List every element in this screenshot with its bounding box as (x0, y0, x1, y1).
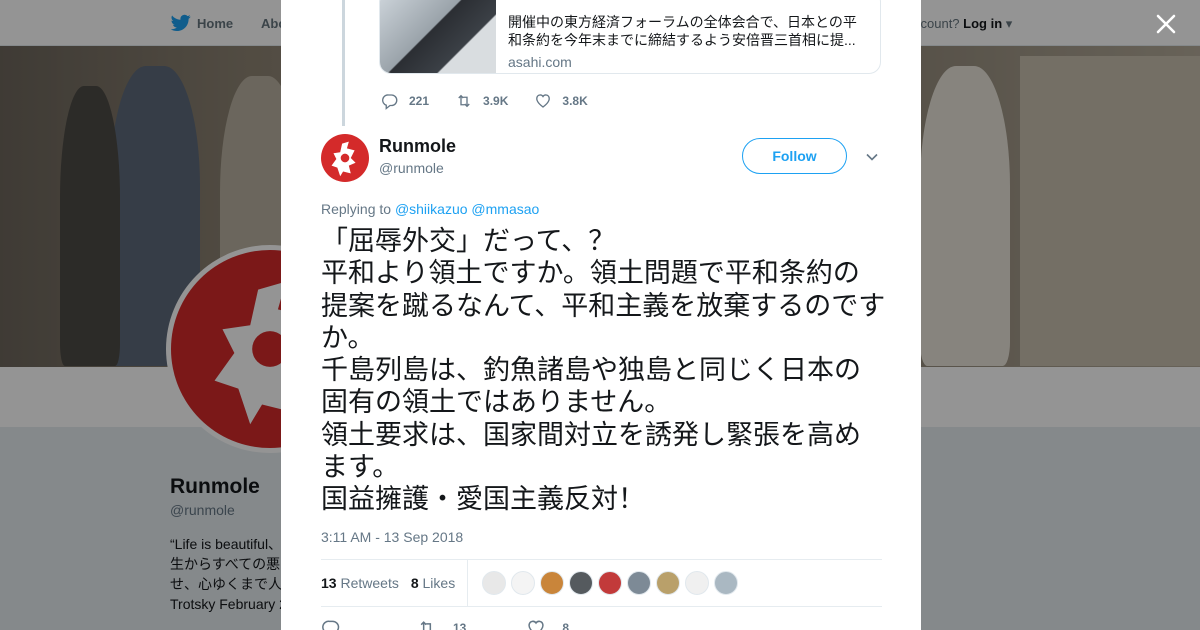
liker-avatars (482, 571, 739, 595)
liker-avatar[interactable] (714, 571, 739, 595)
liker-avatar[interactable] (656, 571, 681, 595)
liker-avatar[interactable] (540, 571, 565, 595)
reply-button[interactable] (321, 618, 357, 630)
likes-stat-count: 8 (410, 575, 419, 591)
follow-button[interactable]: Follow (742, 138, 847, 174)
tweet-timestamp[interactable]: 3:11 AM - 13 Sep 2018 (321, 529, 463, 545)
like-count: 8 (562, 621, 570, 630)
likes-stat-label: Likes (422, 575, 456, 591)
liker-avatar[interactable] (569, 571, 594, 595)
tweet-stats: 13 Retweets 8 Likes (321, 559, 882, 607)
liker-avatar[interactable] (598, 571, 623, 595)
retweets-stat[interactable]: 13 Retweets (321, 575, 399, 591)
liker-avatar[interactable] (511, 571, 536, 595)
link-preview-text: 開催中の東方経済フォーラムの全体会合で、日本との平和条約を今年末までに締結するよ… (508, 14, 857, 48)
author-avatar[interactable] (321, 134, 369, 182)
link-preview-domain: asahi.com (508, 54, 572, 70)
replying-to: Replying to @shiikazuo @mmasao (321, 201, 539, 217)
retweet-button[interactable]: 3.9K (455, 92, 508, 110)
heart-icon (536, 94, 551, 108)
retweets-stat-count: 13 (321, 575, 337, 591)
retweet-button[interactable]: 13 (417, 618, 466, 630)
replying-to-label: Replying to (321, 201, 392, 217)
likes-stat[interactable]: 8 Likes (411, 575, 455, 591)
reply-button[interactable]: 221 (381, 92, 429, 110)
tweet-permalink-modal: 開催中の東方経済フォーラムの全体会合で、日本との平和条約を今年末までに締結するよ… (281, 0, 921, 630)
tweet-actions: 13 8 (321, 618, 629, 630)
retweet-icon (420, 621, 432, 630)
like-button[interactable]: 3.8K (534, 92, 588, 110)
like-button[interactable]: 8 (526, 618, 569, 630)
mention-link[interactable]: @shiikazuo (395, 201, 468, 217)
author-name[interactable]: Runmole (379, 136, 456, 157)
mention-link[interactable]: @mmasao (471, 201, 539, 217)
runmole-logo-icon (331, 141, 356, 177)
retweet-count: 3.9K (483, 94, 509, 108)
like-count: 3.8K (562, 94, 588, 108)
retweets-stat-label: Retweets (340, 575, 399, 591)
link-preview-image (380, 0, 496, 73)
liker-avatar[interactable] (685, 571, 710, 595)
liker-avatar[interactable] (482, 571, 507, 595)
stats-divider (467, 559, 469, 607)
liker-avatar[interactable] (627, 571, 652, 595)
close-icon[interactable] (1152, 10, 1180, 38)
tweet-text: 「屈辱外交」だって、？ 平和より領土ですか。領土問題で平和条約の提案を蹴るなんて… (321, 226, 886, 516)
link-preview-card[interactable]: 開催中の東方経済フォーラムの全体会合で、日本との平和条約を今年末までに締結するよ… (379, 0, 881, 74)
author-handle[interactable]: @runmole (379, 160, 444, 176)
heart-icon (528, 620, 545, 630)
retweet-count: 13 (453, 621, 467, 630)
reply-count: 221 (409, 94, 430, 108)
reply-icon (381, 94, 398, 110)
retweet-icon (458, 94, 470, 108)
chevron-down-icon[interactable] (865, 150, 879, 164)
conversation-thread-line (342, 0, 345, 126)
reply-icon (322, 620, 340, 630)
previous-tweet-actions: 221 3.9K 3.8K (381, 92, 614, 110)
